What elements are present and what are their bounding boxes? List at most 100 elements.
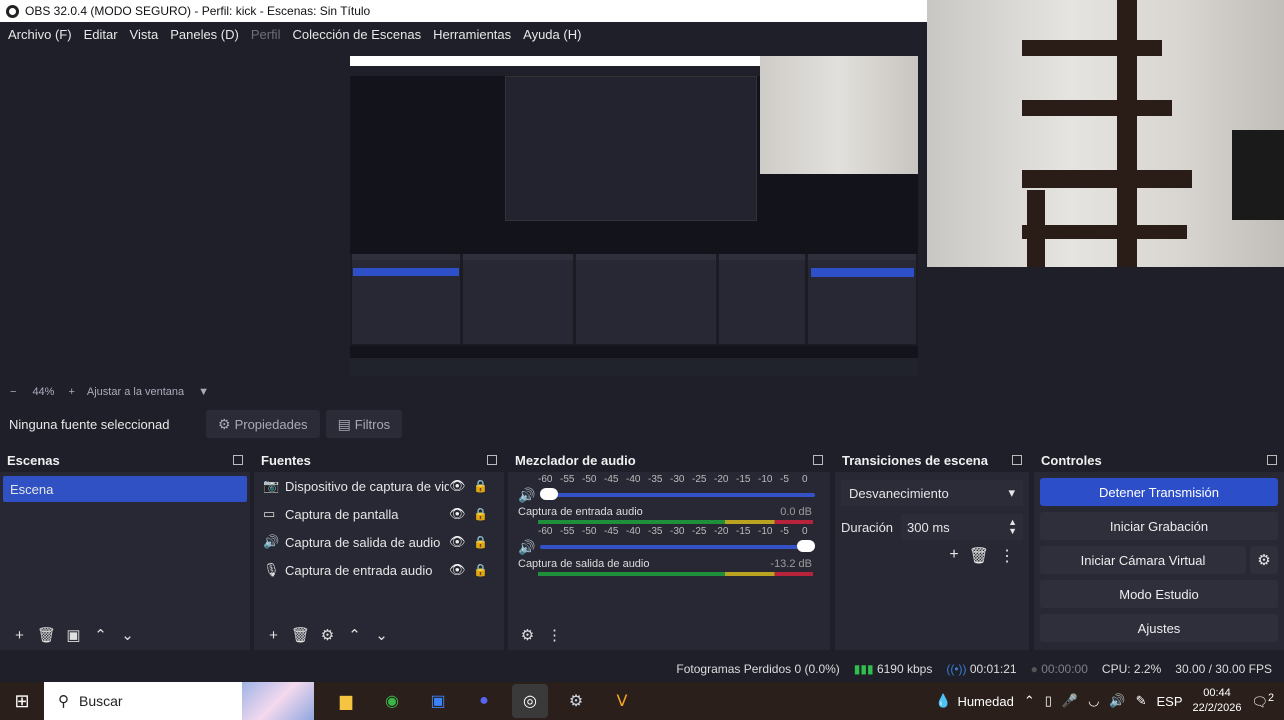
- level-meter: [538, 520, 813, 524]
- windows-start-icon[interactable]: ⊞: [0, 682, 44, 720]
- microphone-icon[interactable]: 🎤: [1062, 693, 1078, 709]
- add-scene-button[interactable]: +: [6, 627, 33, 644]
- eye-icon[interactable]: 👁: [449, 562, 473, 578]
- app-yellow-icon[interactable]: Ⅴ: [604, 684, 640, 718]
- chevron-up-icon[interactable]: ⌃: [1024, 693, 1035, 709]
- undock-icon[interactable]: [233, 455, 243, 465]
- taskbar-search[interactable]: ⚲ Buscar: [44, 682, 314, 720]
- eye-icon[interactable]: 👁: [449, 506, 473, 522]
- trash-icon[interactable]: 🗑: [33, 626, 60, 644]
- scene-filters-button[interactable]: ▣: [60, 626, 87, 644]
- volume-slider-row: 🔊: [508, 538, 830, 556]
- volume-slider[interactable]: [540, 540, 815, 552]
- duration-spinbox[interactable]: 300 ms ▲ ▼: [901, 514, 1023, 540]
- scene-item[interactable]: Escena: [3, 476, 247, 502]
- obs-logo-icon: [6, 4, 19, 18]
- pen-icon[interactable]: ✎: [1136, 693, 1147, 709]
- lock-icon[interactable]: 🔒: [473, 563, 488, 577]
- trash-icon[interactable]: 🗑: [287, 626, 314, 644]
- menu-vista[interactable]: Vista: [124, 27, 165, 42]
- menu-herramientas[interactable]: Herramientas: [427, 27, 517, 42]
- transitions-header: Transiciones de escena: [835, 448, 1029, 472]
- duration-row: Duración 300 ms ▲ ▼: [841, 514, 1023, 540]
- eye-icon[interactable]: 👁: [449, 534, 473, 550]
- add-source-button[interactable]: +: [260, 627, 287, 644]
- move-up-button[interactable]: ⌃: [87, 626, 114, 644]
- device-icon[interactable]: ▯: [1045, 693, 1052, 709]
- gear-icon[interactable]: ⚙: [1250, 546, 1278, 574]
- undock-icon[interactable]: [1012, 455, 1022, 465]
- volume-icon[interactable]: 🔊: [1109, 693, 1125, 709]
- lock-icon[interactable]: 🔒: [473, 535, 488, 549]
- volume-slider[interactable]: [540, 488, 815, 500]
- webcam-source-view[interactable]: [927, 0, 1284, 267]
- speaker-icon[interactable]: 🔊: [518, 487, 540, 504]
- weather-widget[interactable]: 💧 Humedad: [935, 693, 1014, 709]
- file-explorer-icon[interactable]: ▆: [328, 684, 364, 718]
- zoom-dropdown-button[interactable]: ▼: [198, 386, 209, 398]
- spinner-arrows-icon[interactable]: ▲ ▼: [1008, 518, 1017, 536]
- chrome-icon[interactable]: ◉: [374, 684, 410, 718]
- language-indicator[interactable]: ESP: [1157, 694, 1183, 709]
- move-down-button[interactable]: ⌄: [114, 626, 141, 644]
- settings-button[interactable]: Ajustes: [1040, 614, 1278, 642]
- window-title: OBS 32.0.4 (MODO SEGURO) - Perfil: kick …: [25, 4, 371, 18]
- scenes-dock: Escenas Escena + 🗑 ▣ ⌃ ⌄: [0, 448, 250, 650]
- menu-archivo[interactable]: Archivo (F): [2, 27, 78, 42]
- notification-count: 2: [1267, 691, 1274, 704]
- app-blue-icon[interactable]: ▣: [420, 684, 456, 718]
- undock-icon[interactable]: [813, 455, 823, 465]
- menu-perfil[interactable]: Perfil: [245, 27, 287, 42]
- transition-tools: + 🗑 ⋮: [835, 546, 1015, 566]
- db-tick: -35: [648, 525, 663, 537]
- volume-knob[interactable]: [797, 540, 815, 552]
- trash-icon[interactable]: 🗑: [969, 546, 989, 566]
- menu-paneles[interactable]: Paneles (D): [164, 27, 245, 42]
- start-virtual-cam-button[interactable]: Iniciar Cámara Virtual: [1040, 546, 1246, 574]
- filters-button[interactable]: ▤ Filtros: [325, 410, 403, 438]
- lock-icon[interactable]: 🔒: [473, 507, 488, 521]
- move-down-button[interactable]: ⌄: [368, 626, 395, 644]
- undock-icon[interactable]: [487, 455, 497, 465]
- eye-icon[interactable]: 👁: [449, 478, 473, 494]
- zoom-in-button[interactable]: +: [68, 386, 74, 398]
- move-up-button[interactable]: ⌃: [341, 626, 368, 644]
- menu-ayuda[interactable]: Ayuda (H): [517, 27, 587, 42]
- properties-button[interactable]: ⚙ Propiedades: [206, 410, 320, 438]
- menu-editar[interactable]: Editar: [78, 27, 124, 42]
- source-item[interactable]: 📷 Dispositivo de captura de vid 👁 🔒: [254, 472, 504, 500]
- stream-preview[interactable]: [350, 56, 918, 376]
- db-tick: -50: [582, 473, 597, 485]
- menu-coleccion-escenas[interactable]: Colección de Escenas: [286, 27, 427, 42]
- undock-icon[interactable]: [1267, 455, 1277, 465]
- stop-stream-button[interactable]: Detener Transmisión: [1040, 478, 1278, 506]
- zoom-out-button[interactable]: −: [10, 386, 16, 398]
- taskbar-apps: ▆ ◉ ▣ ● ◎ ⚙ Ⅴ: [328, 684, 640, 718]
- notifications-icon[interactable]: 🗨2: [1251, 692, 1274, 710]
- source-item[interactable]: 🎙 Captura de entrada audio 👁 🔒: [254, 556, 504, 584]
- discord-icon[interactable]: ●: [466, 684, 502, 718]
- advanced-audio-icon[interactable]: ⚙: [514, 626, 541, 644]
- volume-knob[interactable]: [540, 488, 558, 500]
- transition-select[interactable]: Desvanecimiento ▾: [841, 480, 1023, 506]
- signal-icon: ▮▮▮: [853, 661, 877, 676]
- clock[interactable]: 00:44 22/2/2026: [1193, 686, 1242, 716]
- studio-mode-button[interactable]: Modo Estudio: [1040, 580, 1278, 608]
- source-item[interactable]: ▭ Captura de pantalla 👁 🔒: [254, 500, 504, 528]
- source-item[interactable]: 🔊 Captura de salida de audio 👁 🔒: [254, 528, 504, 556]
- db-tick: -15: [736, 525, 751, 537]
- speaker-icon[interactable]: 🔊: [518, 539, 540, 556]
- lock-icon[interactable]: 🔒: [473, 479, 488, 493]
- steam-icon[interactable]: ⚙: [558, 684, 594, 718]
- gear-icon[interactable]: ⚙: [314, 626, 341, 644]
- windows-taskbar: ⊞ ⚲ Buscar ▆ ◉ ▣ ● ◎ ⚙ Ⅴ 💧 Humedad ⌃ ▯ 🎤 …: [0, 682, 1284, 720]
- scenes-toolbar: + 🗑 ▣ ⌃ ⌄: [0, 620, 250, 650]
- db-tick: -20: [714, 473, 729, 485]
- start-recording-button[interactable]: Iniciar Grabación: [1040, 512, 1278, 540]
- add-transition-button[interactable]: +: [949, 546, 958, 566]
- obs-icon[interactable]: ◎: [512, 684, 548, 718]
- more-options-icon[interactable]: ⋮: [541, 626, 568, 644]
- clock-time: 00:44: [1203, 687, 1231, 699]
- more-options-icon[interactable]: ⋮: [999, 546, 1015, 566]
- wifi-icon[interactable]: ◡: [1088, 693, 1099, 709]
